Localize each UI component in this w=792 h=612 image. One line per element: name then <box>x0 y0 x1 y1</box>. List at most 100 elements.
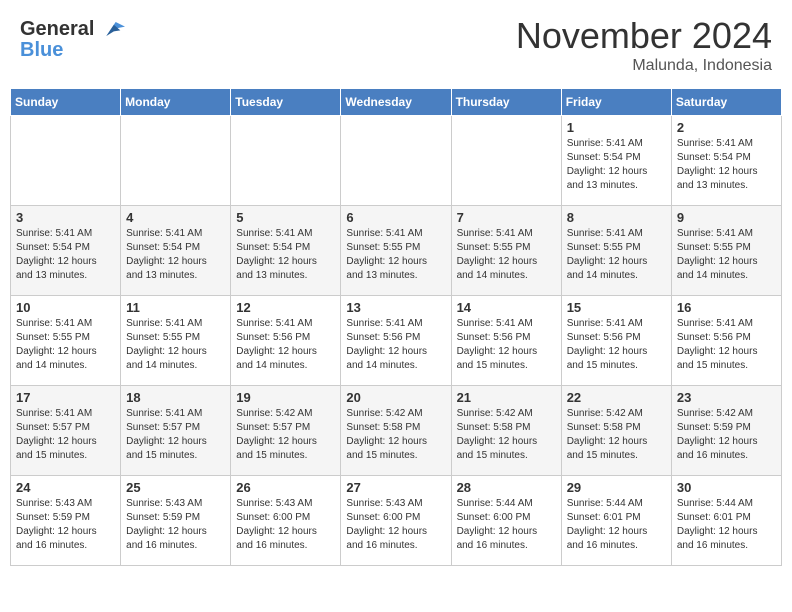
weekday-header-tuesday: Tuesday <box>231 89 341 116</box>
day-info: Sunrise: 5:41 AM Sunset: 5:54 PM Dayligh… <box>677 137 776 193</box>
day-info: Sunrise: 5:41 AM Sunset: 5:57 PM Dayligh… <box>126 407 225 463</box>
day-number: 14 <box>457 300 556 315</box>
calendar-cell: 29 Sunrise: 5:44 AM Sunset: 6:01 PM Dayli… <box>561 476 671 566</box>
logo: General Blue <box>20 15 125 62</box>
logo-bird-icon <box>97 15 125 43</box>
calendar-cell: 19 Sunrise: 5:42 AM Sunset: 5:57 PM Dayli… <box>231 386 341 476</box>
weekday-header-sunday: Sunday <box>11 89 121 116</box>
day-number: 17 <box>16 390 115 405</box>
calendar-cell: 17 Sunrise: 5:41 AM Sunset: 5:57 PM Dayli… <box>11 386 121 476</box>
calendar-cell: 3 Sunrise: 5:41 AM Sunset: 5:54 PM Daylig… <box>11 206 121 296</box>
day-info: Sunrise: 5:41 AM Sunset: 5:55 PM Dayligh… <box>677 227 776 283</box>
calendar-cell: 11Sunrise: 5:41 AM Sunset: 5:55 PM Dayli… <box>121 296 231 386</box>
month-title: November 2024 <box>516 15 772 57</box>
day-info: Sunrise: 5:43 AM Sunset: 5:59 PM Dayligh… <box>16 497 115 553</box>
calendar-cell <box>121 116 231 206</box>
calendar-cell: 1 Sunrise: 5:41 AM Sunset: 5:54 PM Daylig… <box>561 116 671 206</box>
page-header: General Blue November 2024 Malunda, Indo… <box>10 10 782 80</box>
calendar-cell: 24 Sunrise: 5:43 AM Sunset: 5:59 PM Dayli… <box>11 476 121 566</box>
weekday-header-saturday: Saturday <box>671 89 781 116</box>
calendar-cell: 4Sunrise: 5:41 AM Sunset: 5:54 PM Daylig… <box>121 206 231 296</box>
day-info: Sunrise: 5:41 AM Sunset: 5:56 PM Dayligh… <box>236 317 335 373</box>
day-number: 5 <box>236 210 335 225</box>
day-info: Sunrise: 5:41 AM Sunset: 5:55 PM Dayligh… <box>16 317 115 373</box>
calendar-cell: 22Sunrise: 5:42 AM Sunset: 5:58 PM Dayli… <box>561 386 671 476</box>
day-number: 9 <box>677 210 776 225</box>
day-number: 20 <box>346 390 445 405</box>
day-info: Sunrise: 5:41 AM Sunset: 5:56 PM Dayligh… <box>457 317 556 373</box>
day-info: Sunrise: 5:43 AM Sunset: 5:59 PM Dayligh… <box>126 497 225 553</box>
calendar-cell: 25Sunrise: 5:43 AM Sunset: 5:59 PM Dayli… <box>121 476 231 566</box>
calendar-title-block: November 2024 Malunda, Indonesia <box>516 15 772 75</box>
day-info: Sunrise: 5:42 AM Sunset: 5:58 PM Dayligh… <box>346 407 445 463</box>
day-info: Sunrise: 5:41 AM Sunset: 5:54 PM Dayligh… <box>16 227 115 283</box>
day-number: 13 <box>346 300 445 315</box>
day-number: 27 <box>346 480 445 495</box>
day-number: 26 <box>236 480 335 495</box>
day-number: 30 <box>677 480 776 495</box>
calendar-cell: 20 Sunrise: 5:42 AM Sunset: 5:58 PM Dayli… <box>341 386 451 476</box>
day-info: Sunrise: 5:41 AM Sunset: 5:56 PM Dayligh… <box>567 317 666 373</box>
calendar-week-row-2: 3 Sunrise: 5:41 AM Sunset: 5:54 PM Daylig… <box>11 206 782 296</box>
calendar-cell: 12 Sunrise: 5:41 AM Sunset: 5:56 PM Dayli… <box>231 296 341 386</box>
day-number: 1 <box>567 120 666 135</box>
day-number: 29 <box>567 480 666 495</box>
day-number: 6 <box>346 210 445 225</box>
calendar-week-row-1: 1 Sunrise: 5:41 AM Sunset: 5:54 PM Daylig… <box>11 116 782 206</box>
day-number: 28 <box>457 480 556 495</box>
day-info: Sunrise: 5:42 AM Sunset: 5:58 PM Dayligh… <box>567 407 666 463</box>
day-info: Sunrise: 5:43 AM Sunset: 6:00 PM Dayligh… <box>346 497 445 553</box>
calendar-cell: 23 Sunrise: 5:42 AM Sunset: 5:59 PM Dayli… <box>671 386 781 476</box>
calendar-cell: 5 Sunrise: 5:41 AM Sunset: 5:54 PM Daylig… <box>231 206 341 296</box>
weekday-header-friday: Friday <box>561 89 671 116</box>
calendar-week-row-4: 17 Sunrise: 5:41 AM Sunset: 5:57 PM Dayli… <box>11 386 782 476</box>
calendar-cell: 14 Sunrise: 5:41 AM Sunset: 5:56 PM Dayli… <box>451 296 561 386</box>
day-info: Sunrise: 5:41 AM Sunset: 5:56 PM Dayligh… <box>346 317 445 373</box>
calendar-table: SundayMondayTuesdayWednesdayThursdayFrid… <box>10 88 782 566</box>
day-number: 8 <box>567 210 666 225</box>
calendar-cell: 21 Sunrise: 5:42 AM Sunset: 5:58 PM Dayli… <box>451 386 561 476</box>
day-number: 2 <box>677 120 776 135</box>
day-info: Sunrise: 5:41 AM Sunset: 5:55 PM Dayligh… <box>457 227 556 283</box>
day-info: Sunrise: 5:44 AM Sunset: 6:01 PM Dayligh… <box>567 497 666 553</box>
calendar-cell <box>231 116 341 206</box>
calendar-cell: 28Sunrise: 5:44 AM Sunset: 6:00 PM Dayli… <box>451 476 561 566</box>
day-info: Sunrise: 5:41 AM Sunset: 5:57 PM Dayligh… <box>16 407 115 463</box>
day-number: 19 <box>236 390 335 405</box>
weekday-header-wednesday: Wednesday <box>341 89 451 116</box>
day-number: 23 <box>677 390 776 405</box>
calendar-cell: 10 Sunrise: 5:41 AM Sunset: 5:55 PM Dayli… <box>11 296 121 386</box>
weekday-header-monday: Monday <box>121 89 231 116</box>
calendar-week-row-3: 10 Sunrise: 5:41 AM Sunset: 5:55 PM Dayli… <box>11 296 782 386</box>
day-info: Sunrise: 5:41 AM Sunset: 5:54 PM Dayligh… <box>126 227 225 283</box>
day-number: 12 <box>236 300 335 315</box>
day-number: 21 <box>457 390 556 405</box>
calendar-cell: 30Sunrise: 5:44 AM Sunset: 6:01 PM Dayli… <box>671 476 781 566</box>
day-info: Sunrise: 5:43 AM Sunset: 6:00 PM Dayligh… <box>236 497 335 553</box>
day-info: Sunrise: 5:41 AM Sunset: 5:54 PM Dayligh… <box>567 137 666 193</box>
day-number: 16 <box>677 300 776 315</box>
weekday-header-row: SundayMondayTuesdayWednesdayThursdayFrid… <box>11 89 782 116</box>
calendar-cell: 8Sunrise: 5:41 AM Sunset: 5:55 PM Daylig… <box>561 206 671 296</box>
calendar-cell: 7 Sunrise: 5:41 AM Sunset: 5:55 PM Daylig… <box>451 206 561 296</box>
calendar-cell <box>11 116 121 206</box>
day-number: 7 <box>457 210 556 225</box>
day-number: 10 <box>16 300 115 315</box>
day-info: Sunrise: 5:41 AM Sunset: 5:54 PM Dayligh… <box>236 227 335 283</box>
calendar-cell <box>451 116 561 206</box>
calendar-cell: 2 Sunrise: 5:41 AM Sunset: 5:54 PM Daylig… <box>671 116 781 206</box>
day-number: 18 <box>126 390 225 405</box>
calendar-cell: 13 Sunrise: 5:41 AM Sunset: 5:56 PM Dayli… <box>341 296 451 386</box>
day-info: Sunrise: 5:42 AM Sunset: 5:57 PM Dayligh… <box>236 407 335 463</box>
location-subtitle: Malunda, Indonesia <box>516 57 772 75</box>
day-info: Sunrise: 5:41 AM Sunset: 5:55 PM Dayligh… <box>126 317 225 373</box>
day-number: 3 <box>16 210 115 225</box>
day-number: 24 <box>16 480 115 495</box>
day-info: Sunrise: 5:42 AM Sunset: 5:59 PM Dayligh… <box>677 407 776 463</box>
calendar-cell: 6Sunrise: 5:41 AM Sunset: 5:55 PM Daylig… <box>341 206 451 296</box>
calendar-cell: 16Sunrise: 5:41 AM Sunset: 5:56 PM Dayli… <box>671 296 781 386</box>
calendar-cell: 27 Sunrise: 5:43 AM Sunset: 6:00 PM Dayli… <box>341 476 451 566</box>
calendar-cell: 26 Sunrise: 5:43 AM Sunset: 6:00 PM Dayli… <box>231 476 341 566</box>
day-info: Sunrise: 5:42 AM Sunset: 5:58 PM Dayligh… <box>457 407 556 463</box>
calendar-cell: 18 Sunrise: 5:41 AM Sunset: 5:57 PM Dayli… <box>121 386 231 476</box>
